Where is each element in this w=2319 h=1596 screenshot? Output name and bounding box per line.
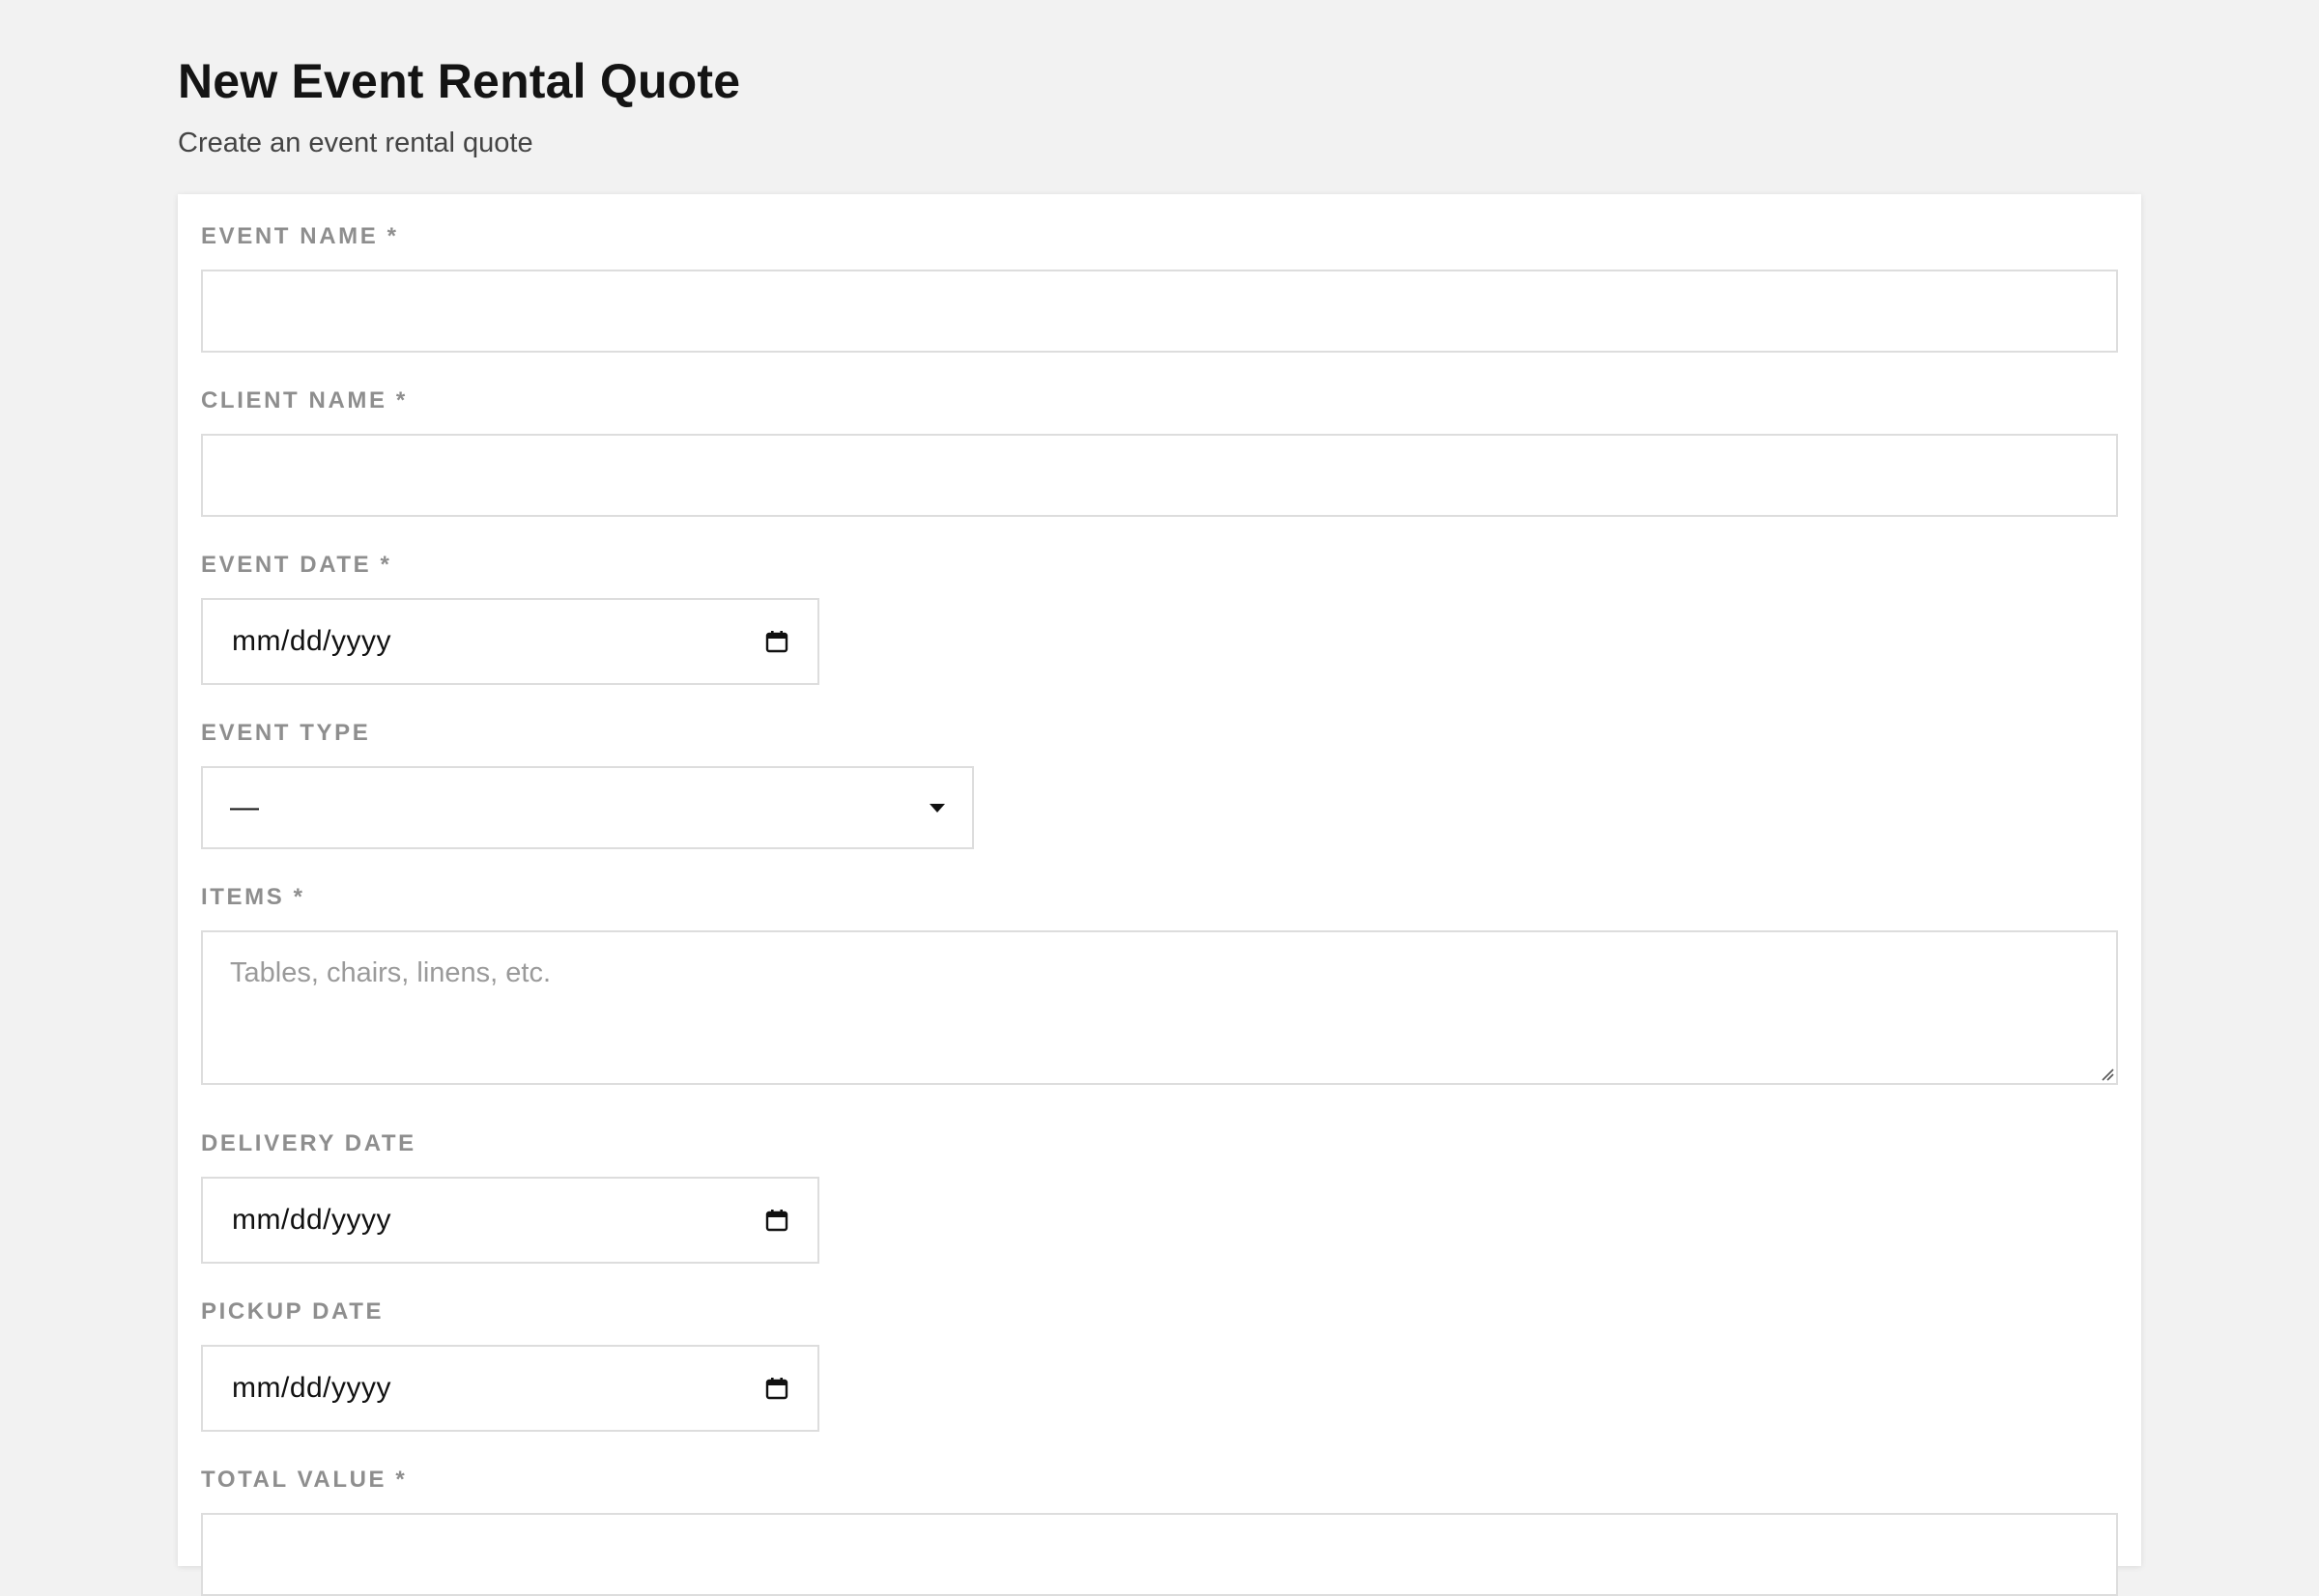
total-value-label: TOTAL VALUE * [201,1467,408,1493]
page-header: New Event Rental Quote Create an event r… [178,52,740,160]
event-date-input[interactable]: mm/dd/yyyy [201,598,819,685]
event-type-select[interactable]: — [201,766,974,849]
calendar-icon[interactable] [765,1377,788,1400]
page-title: New Event Rental Quote [178,54,741,108]
client-name-input[interactable] [201,434,2118,517]
delivery-date-placeholder: mm/dd/yyyy [232,1204,392,1236]
event-type-label: EVENT TYPE [201,720,371,746]
event-date-placeholder: mm/dd/yyyy [232,625,392,657]
event-date-label: EVENT DATE * [201,552,392,578]
total-value-input[interactable] [201,1513,2118,1596]
event-name-input[interactable] [201,270,2118,353]
pickup-date-input[interactable]: mm/dd/yyyy [201,1345,819,1432]
delivery-date-label: DELIVERY DATE [201,1130,416,1156]
calendar-icon[interactable] [765,630,788,653]
items-textarea[interactable]: Tables, chairs, linens, etc. [201,930,2118,1085]
chevron-down-icon [930,803,945,812]
client-name-label: CLIENT NAME * [201,387,408,413]
event-type-selected-value: — [230,791,259,823]
pickup-date-label: PICKUP DATE [201,1298,385,1325]
quote-form-card: EVENT NAME * CLIENT NAME * EVENT DATE * … [178,194,2141,1596]
delivery-date-input[interactable]: mm/dd/yyyy [201,1177,819,1264]
event-name-label: EVENT NAME * [201,223,399,249]
items-label: ITEMS * [201,884,305,910]
items-placeholder: Tables, chairs, linens, etc. [230,957,552,988]
calendar-icon[interactable] [765,1209,788,1232]
page-subtitle: Create an event rental quote [178,128,533,158]
pickup-date-placeholder: mm/dd/yyyy [232,1372,392,1404]
resize-handle-icon[interactable] [2099,1066,2114,1081]
